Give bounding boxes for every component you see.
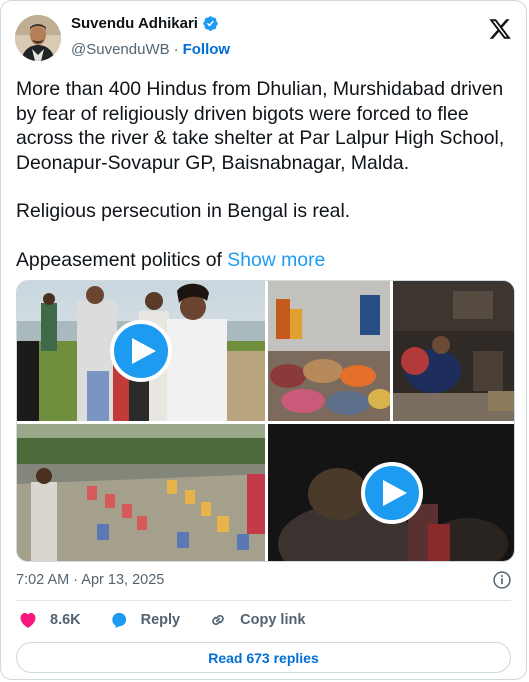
avatar[interactable] xyxy=(15,15,61,61)
photo-tile-dark-room[interactable] xyxy=(393,281,514,421)
tweet-text: More than 400 Hindus from Dhulian, Mursh… xyxy=(16,77,516,272)
divider xyxy=(16,600,511,601)
heart-icon xyxy=(20,612,36,628)
video-tile-riverbank[interactable] xyxy=(17,281,265,421)
handle-row: @SuvenduWB · Follow xyxy=(71,41,230,58)
follow-button[interactable]: Follow xyxy=(183,41,231,58)
media-grid xyxy=(16,280,515,562)
author-name-row[interactable]: Suvendu Adhikari xyxy=(71,15,219,32)
info-icon[interactable] xyxy=(492,570,512,590)
play-icon xyxy=(382,480,407,506)
photo-tile-shelter-room[interactable] xyxy=(268,281,390,421)
tweet-paragraph-3-text: Appeasement politics of xyxy=(16,248,222,271)
show-more-link[interactable]: Show more xyxy=(227,249,325,271)
tweet-timestamp[interactable]: 7:02 AM · Apr 13, 2025 xyxy=(16,572,164,588)
tweet-card: Suvendu Adhikari @SuvenduWB · Follow Mor… xyxy=(0,0,527,680)
play-button-1[interactable] xyxy=(110,320,172,382)
video-tile-night[interactable] xyxy=(268,424,514,561)
reply-icon xyxy=(111,612,126,628)
verified-badge-icon xyxy=(203,16,218,31)
read-replies-button[interactable]: Read 673 replies xyxy=(16,642,511,673)
like-count: 8.6K xyxy=(50,612,81,628)
copy-link-button[interactable]: Copy link xyxy=(208,610,305,630)
like-button[interactable]: 8.6K xyxy=(18,610,81,630)
x-logo-icon[interactable] xyxy=(488,17,512,41)
author-name[interactable]: Suvendu Adhikari xyxy=(71,15,198,32)
photo-tile-outdoor-gathering[interactable] xyxy=(17,424,265,561)
play-button-2[interactable] xyxy=(361,462,423,524)
copy-link-label: Copy link xyxy=(240,612,306,628)
tweet-paragraph-3: Appeasement politics of Show more xyxy=(16,248,516,273)
tweet-paragraph-2: Religious persecution in Bengal is real. xyxy=(16,200,351,222)
play-icon xyxy=(131,338,156,364)
author-handle[interactable]: @SuvenduWB xyxy=(71,41,170,58)
reply-button[interactable]: Reply xyxy=(109,610,181,630)
reply-label: Reply xyxy=(140,612,181,628)
copy-link-icon xyxy=(212,614,224,626)
separator-dot: · xyxy=(173,41,179,58)
tweet-paragraph-1: More than 400 Hindus from Dhulian, Mursh… xyxy=(16,78,505,174)
action-bar: 8.6K Reply Copy link xyxy=(18,610,333,630)
